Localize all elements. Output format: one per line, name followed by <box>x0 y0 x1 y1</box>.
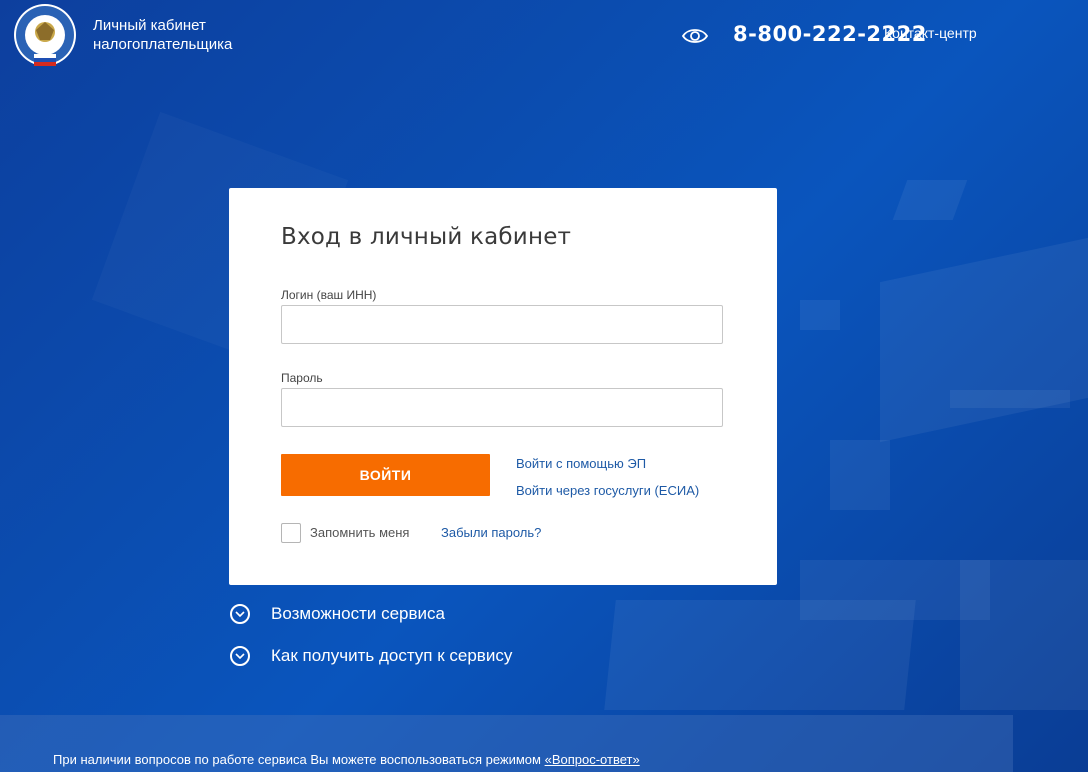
login-label: Логин (ваш ИНН) <box>281 288 377 302</box>
login-input[interactable] <box>281 305 723 344</box>
chevron-down-icon <box>230 646 250 666</box>
chevron-down-icon <box>230 604 250 624</box>
expander-access[interactable]: Как получить доступ к сервису <box>230 646 512 666</box>
faq-link[interactable]: «Вопрос-ответ» <box>545 752 640 767</box>
expander-label: Возможности сервиса <box>271 604 445 623</box>
fns-emblem-icon[interactable] <box>12 2 78 68</box>
contact-center-link[interactable]: Контакт-центр <box>884 25 977 41</box>
header: Личный кабинет налогоплательщика 8-800-2… <box>0 0 1088 80</box>
bg-shape <box>830 440 890 510</box>
bg-shape <box>800 300 840 330</box>
password-input[interactable] <box>281 388 723 427</box>
expander-features[interactable]: Возможности сервиса <box>230 604 445 624</box>
remember-label[interactable]: Запомнить меня <box>310 525 409 540</box>
remember-checkbox[interactable] <box>281 523 301 543</box>
footer: При наличии вопросов по работе сервиса В… <box>0 715 1013 772</box>
bg-shape <box>950 390 1070 408</box>
esia-login-link[interactable]: Войти через госуслуги (ЕСИА) <box>516 483 699 498</box>
forgot-password-link[interactable]: Забыли пароль? <box>441 525 541 540</box>
brand-line-1: Личный кабинет <box>93 17 206 34</box>
footer-message: При наличии вопросов по работе сервиса В… <box>53 752 545 767</box>
bg-shape <box>960 560 1088 710</box>
bg-shape <box>892 180 968 220</box>
login-card: Вход в личный кабинет Логин (ваш ИНН) Па… <box>229 188 777 585</box>
expander-label: Как получить доступ к сервису <box>271 646 513 665</box>
bg-shape <box>604 600 916 710</box>
eye-icon[interactable] <box>682 27 708 45</box>
ep-login-link[interactable]: Войти с помощью ЭП <box>516 456 646 471</box>
login-button[interactable]: ВОЙТИ <box>281 454 490 496</box>
footer-text: При наличии вопросов по работе сервиса В… <box>53 752 640 767</box>
login-title: Вход в личный кабинет <box>281 224 572 250</box>
brand-line-2: налогоплательщика <box>93 36 233 53</box>
bg-shape <box>880 237 1088 443</box>
password-label: Пароль <box>281 371 323 385</box>
brand-title: Личный кабинет налогоплательщика <box>93 16 232 54</box>
